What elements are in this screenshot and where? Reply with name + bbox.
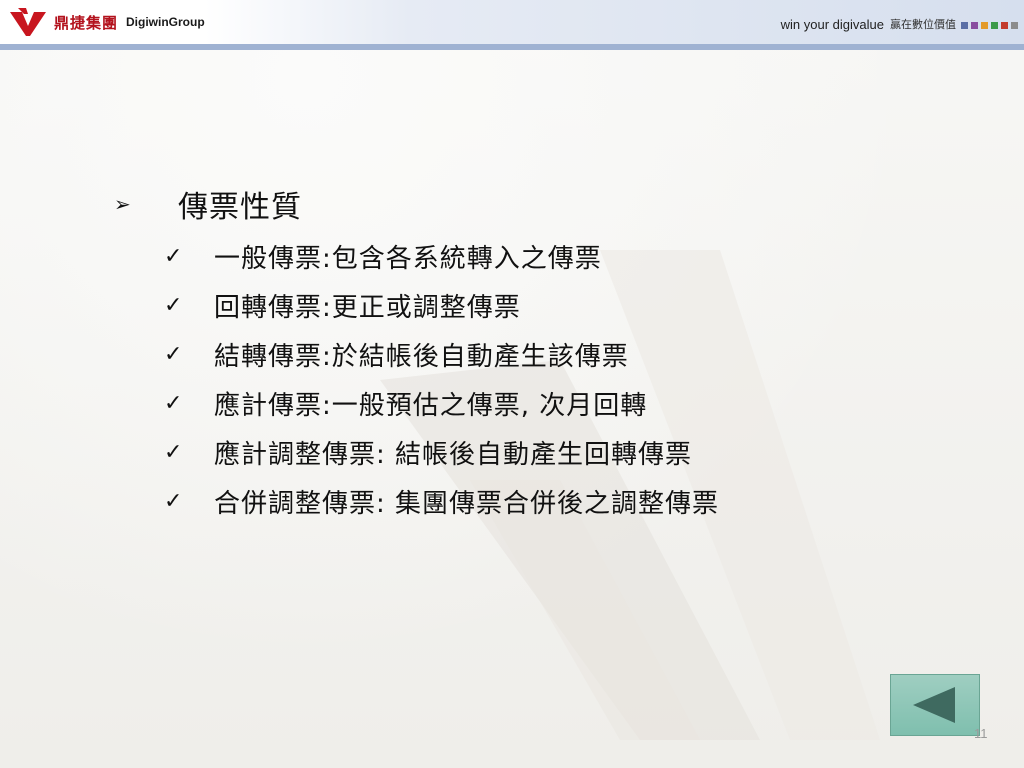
company-name-cn: 鼎捷集團 <box>54 13 119 32</box>
color-swatches <box>961 22 1018 29</box>
color-swatch <box>971 22 978 29</box>
company-name-en: DigiwinGroup <box>126 15 205 29</box>
bullet-list: ✓ 一般傳票:包含各系統轉入之傳票 ✓ 回轉傳票:更正或調整傳票 ✓ 結轉傳票:… <box>164 232 719 526</box>
check-icon: ✓ <box>164 440 183 465</box>
check-icon: ✓ <box>164 391 183 416</box>
check-icon: ✓ <box>164 342 183 367</box>
list-item-text: 應計調整傳票: 結帳後自動產生回轉傳票 <box>214 440 693 470</box>
list-item: ✓ 應計調整傳票: 結帳後自動產生回轉傳票 <box>164 428 719 477</box>
company-logo: 鼎捷集團 DigiwinGroup <box>8 6 205 38</box>
back-arrow-icon <box>913 687 955 723</box>
list-item: ✓ 結轉傳票:於結帳後自動產生該傳票 <box>164 330 719 379</box>
check-icon: ✓ <box>164 293 183 318</box>
list-item: ✓ 回轉傳票:更正或調整傳票 <box>164 281 719 330</box>
list-item-text: 回轉傳票:更正或調整傳票 <box>214 293 521 323</box>
logo-v-icon <box>10 8 46 36</box>
color-swatch <box>961 22 968 29</box>
list-item-text: 合併調整傳票: 集團傳票合併後之調整傳票 <box>214 489 720 519</box>
list-item: ✓ 一般傳票:包含各系統轉入之傳票 <box>164 232 719 281</box>
color-swatch <box>1011 22 1018 29</box>
page-number: 11 <box>974 726 988 741</box>
color-swatch <box>981 22 988 29</box>
list-item-text: 一般傳票:包含各系統轉入之傳票 <box>214 244 602 274</box>
slide-content: ➢ 傳票性質 ✓ 一般傳票:包含各系統轉入之傳票 ✓ 回轉傳票:更正或調整傳票 … <box>114 182 719 526</box>
check-icon: ✓ <box>164 489 183 514</box>
back-button[interactable] <box>890 674 980 736</box>
list-item: ✓ 合併調整傳票: 集團傳票合併後之調整傳票 <box>164 477 719 526</box>
tagline-cn: 贏在數位價值 <box>890 19 956 31</box>
color-swatch <box>991 22 998 29</box>
slide-heading: 傳票性質 <box>178 190 302 225</box>
tagline: win your digivalue 贏在數位價值 <box>781 16 956 32</box>
check-icon: ✓ <box>164 244 183 269</box>
tagline-en: win your digivalue <box>780 16 884 32</box>
list-item-text: 結轉傳票:於結帳後自動產生該傳票 <box>214 342 629 372</box>
arrow-bullet-icon: ➢ <box>114 192 131 216</box>
heading-row: ➢ 傳票性質 <box>114 182 719 226</box>
header-bar: 鼎捷集團 DigiwinGroup win your digivalue 贏在數… <box>0 0 1024 50</box>
list-item-text: 應計傳票:一般預估之傳票, 次月回轉 <box>214 391 648 421</box>
list-item: ✓ 應計傳票:一般預估之傳票, 次月回轉 <box>164 379 719 428</box>
color-swatch <box>1001 22 1008 29</box>
